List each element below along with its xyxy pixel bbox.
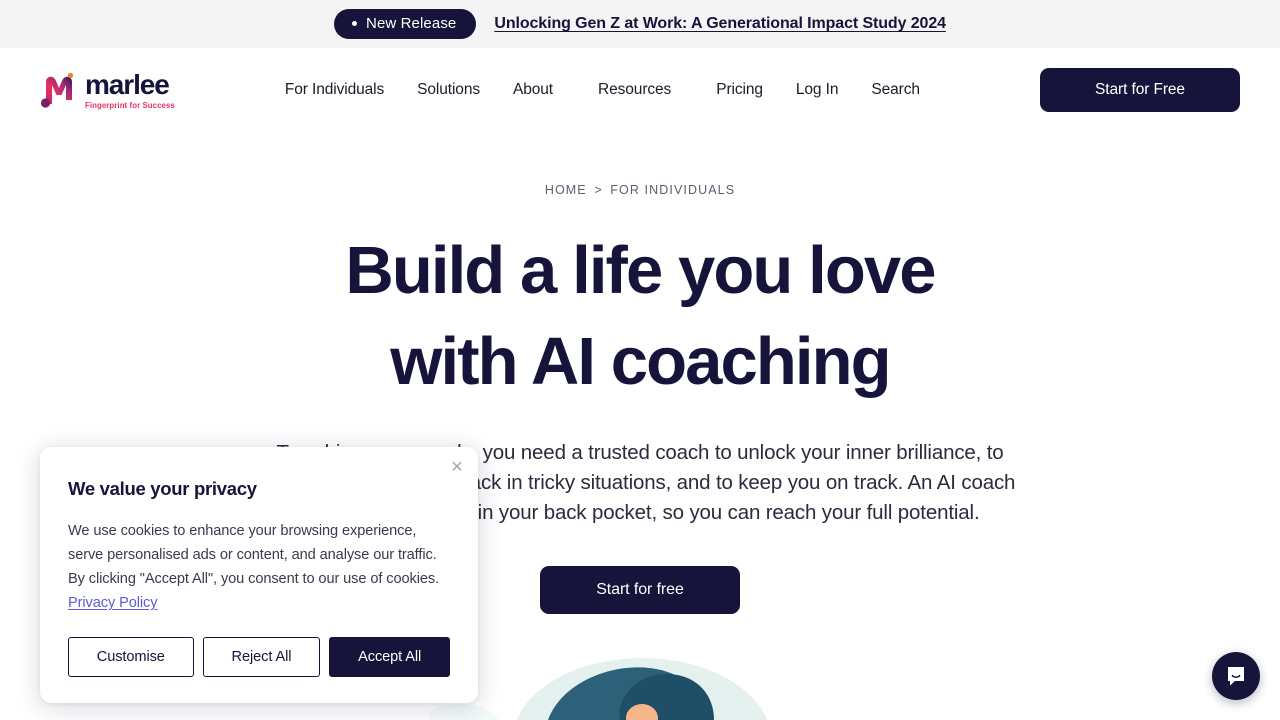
page-title-line-2: with AI coaching — [390, 324, 891, 399]
breadcrumb-current: FOR INDIVIDUALS — [610, 183, 736, 197]
cookie-consent-body: We use cookies to enhance your browsing … — [68, 519, 450, 615]
page-title: Build a life you love with AI coaching — [0, 225, 1280, 407]
site-header: marlee Fingerprint for Success For Indiv… — [0, 48, 1280, 132]
cookie-consent-close-icon[interactable]: ✕ — [444, 455, 470, 481]
cookie-consent-title: We value your privacy — [68, 478, 257, 499]
chat-bubble-smile-icon — [1228, 667, 1244, 686]
nav-item-log-in[interactable]: Log In — [796, 81, 839, 99]
chat-launcher-button[interactable] — [1212, 652, 1260, 700]
marlee-logo[interactable]: marlee Fingerprint for Success — [40, 70, 175, 110]
reject-all-button[interactable]: Reject All — [202, 637, 321, 677]
page-title-line-1: Build a life you love — [345, 233, 936, 308]
logo-wordmark: marlee — [85, 68, 170, 100]
logo-tagline: Fingerprint for Success — [85, 100, 175, 110]
customise-button[interactable]: Customise — [68, 637, 194, 677]
breadcrumb: HOME > FOR INDIVIDUALS — [0, 183, 1280, 197]
announcement-link[interactable]: Unlocking Gen Z at Work: A Generational … — [494, 15, 946, 33]
person-illustration-icon — [430, 658, 768, 720]
cookie-consent-dialog: ✕ We value your privacy We use cookies t… — [40, 447, 478, 703]
accept-all-button[interactable]: Accept All — [329, 637, 450, 677]
nav-item-about[interactable]: About — [513, 81, 553, 99]
nav-item-search[interactable]: Search — [871, 81, 920, 99]
cookie-consent-actions: Customise Reject All Accept All — [68, 637, 450, 677]
nav-item-for-individuals[interactable]: For Individuals — [285, 81, 384, 99]
nav-item-resources[interactable]: Resources — [598, 81, 671, 99]
privacy-policy-link[interactable]: Privacy Policy — [68, 595, 158, 611]
cookie-consent-body-text: We use cookies to enhance your browsing … — [68, 523, 440, 587]
header-start-for-free-button[interactable]: Start for Free — [1040, 68, 1240, 112]
main-navigation: For Individuals Solutions About Resource… — [285, 81, 920, 99]
marlee-logo-mark-icon — [40, 72, 74, 108]
breadcrumb-home[interactable]: HOME — [545, 183, 587, 197]
new-release-badge-label: New Release — [366, 15, 457, 32]
nav-item-solutions[interactable]: Solutions — [417, 81, 480, 99]
new-release-badge[interactable]: New Release — [334, 9, 477, 39]
breadcrumb-separator: > — [594, 183, 603, 197]
announcement-bar: New Release Unlocking Gen Z at Work: A G… — [0, 0, 1280, 48]
bullet-dot-icon — [352, 21, 358, 26]
hero-start-for-free-button[interactable]: Start for free — [540, 566, 740, 614]
nav-item-pricing[interactable]: Pricing — [716, 81, 763, 99]
